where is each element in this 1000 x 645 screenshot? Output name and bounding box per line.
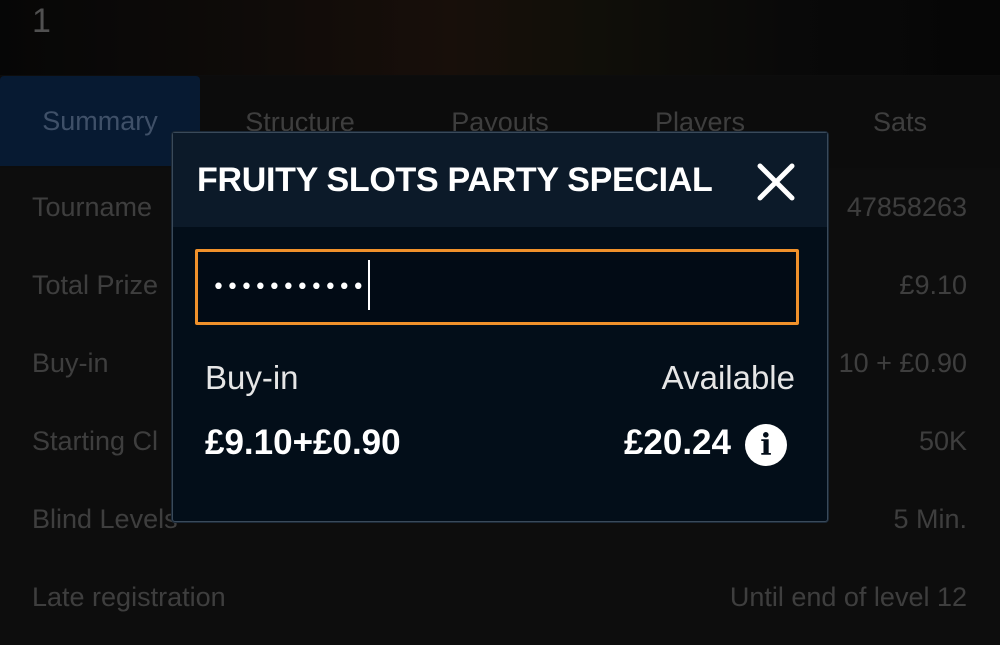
buy-in-label: Buy-in xyxy=(205,359,299,396)
close-icon xyxy=(757,163,795,201)
password-input[interactable]: ••••••••••• xyxy=(195,249,799,325)
close-button[interactable] xyxy=(753,159,799,205)
info-icon[interactable]: i xyxy=(745,424,787,466)
dialog-header: FRUITY SLOTS PARTY SPECIAL xyxy=(173,133,827,227)
dialog-title: FRUITY SLOTS PARTY SPECIAL xyxy=(197,161,713,199)
password-masked-value: ••••••••••• xyxy=(212,275,366,300)
text-caret xyxy=(367,260,370,310)
buy-in-value: £9.10+£0.90 xyxy=(205,423,401,462)
available-label: Available xyxy=(661,359,795,396)
registration-dialog: FRUITY SLOTS PARTY SPECIAL ••••••••••• B… xyxy=(172,132,828,522)
available-balance: £20.24 xyxy=(623,423,731,462)
